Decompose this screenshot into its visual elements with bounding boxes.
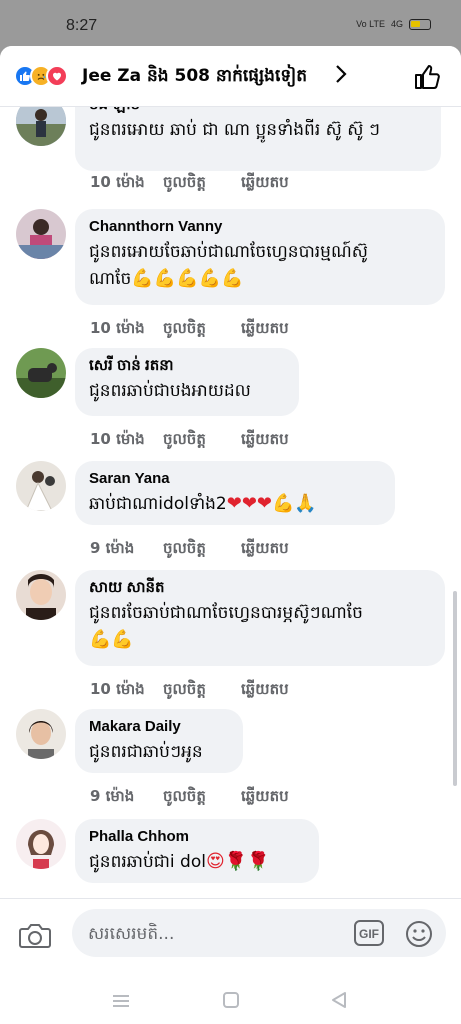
heart-emoji: ❤❤❤💪🙏 [226,493,317,514]
comment-time: 10 ម៉ោង [90,319,145,337]
status-bar: 8:27 Vo LTE 4G [0,0,461,48]
comment-actions: 10 ម៉ោង ចូលចិត្ត ឆ្លើយតប [90,680,289,702]
status-icons: Vo LTE 4G [356,19,431,30]
reaction-icons [14,65,68,87]
comment-input-placeholder: សរសេរមតិ... [88,924,175,944]
comment-reply-button[interactable]: ឆ្លើយតប [241,319,289,341]
avatar[interactable] [16,819,66,869]
comment-reply-button[interactable]: ឆ្លើយតប [241,173,289,195]
comment-text-line1: ជូនពរអោយចែឆាប់ជាណាចែហ្វេនបារម្មណ៍ស៊ូ [89,242,368,262]
rose-emoji: 😍🌹🌹 [205,851,270,872]
comment-text: ឆាប់ជាណាidolទាំង2 [89,494,227,514]
home-nav-icon[interactable] [222,991,240,1009]
avatar[interactable] [16,570,66,620]
menu-nav-icon[interactable] [112,993,130,1009]
avatar[interactable] [16,709,66,759]
comment-reply-button[interactable]: ឆ្លើយតប [241,787,289,809]
comment-text: ជូនពរឆាប់ជាបងអាយដល [89,381,251,401]
comment-text: ជូនពរអោយ ឆាប់ ជា ណា ប្អូនទាំងពីរ ស៊ូ ស៊ូ… [89,120,381,140]
comment-reply-button[interactable]: ឆ្លើយតប [241,680,289,702]
love-reaction-icon [46,65,68,87]
back-nav-icon[interactable] [330,991,348,1009]
like-button-icon[interactable] [413,63,441,91]
comment-actions: 10 ម៉ោង ចូលចិត្ត ឆ្លើយតប [90,430,289,452]
comment-author[interactable]: Makara Daily [89,717,229,737]
comment-author[interactable]: Saran Yana [89,469,381,489]
comment-bubble: Saran Yana ឆាប់ជាណាidolទាំង2❤❤❤💪🙏 [75,461,395,525]
comment-author[interactable]: Phalla Chhom [89,827,305,847]
comment-bubble: Channthorn Vanny ជូនពរអោយចែឆាប់ជាណាចែហ្វ… [75,209,445,305]
battery-icon [409,19,431,30]
comment-time: 10 ម៉ោង [90,430,145,448]
flexed-biceps-emoji: 💪💪💪💪💪 [131,268,244,289]
comments-sheet: Jee Za និង 508 នាក់ផ្សេងទៀត មីង ឡាប ជូនព… [0,46,461,1024]
comment-reply-button[interactable]: ឆ្លើយតប [241,539,289,561]
comment-actions: 10 ម៉ោង ចូលចិត្ត ឆ្លើយតប [90,319,289,341]
comment-time: 9 ម៉ោង [90,787,135,805]
flexed-biceps-emoji: 💪💪 [89,629,134,650]
comment-like-button[interactable]: ចូលចិត្ត [163,430,241,452]
network-label: 4G [390,19,403,29]
comment-author[interactable]: សាយ សានីត [89,578,431,598]
reactions-summary-title[interactable]: Jee Za និង 508 នាក់ផ្សេងទៀត [82,65,307,90]
camera-icon[interactable] [18,921,52,951]
comment-input[interactable]: សរសេរមតិ... GIF [72,909,446,957]
gif-button[interactable]: GIF [354,920,384,946]
comment-like-button[interactable]: ចូលចិត្ត [163,173,241,195]
avatar[interactable] [16,348,66,398]
comment-bubble: Makara Daily ជូនពរជាឆាប់ៗអូន [75,709,243,773]
comment-bubble: សេរី ចាន់ រតនា ជូនពរឆាប់ជាបងអាយដល [75,348,299,416]
comment-like-button[interactable]: ចូលចិត្ត [163,787,241,809]
scrollbar[interactable] [453,591,457,786]
avatar[interactable] [16,209,66,259]
comment-like-button[interactable]: ចូលចិត្ត [163,539,241,561]
comment-reply-button[interactable]: ឆ្លើយតប [241,430,289,452]
comment-bubble: សាយ សានីត ជូនពរចែឆាប់ជាណាចែហ្វេនបារម្ភស៊… [75,570,445,666]
comment-actions: 9 ម៉ោង ចូលចិត្ត ឆ្លើយតប [90,539,289,561]
comment-text-line2: ណាចែ [89,269,132,289]
status-time: 8:27 [66,17,98,34]
comment-text: ជូនពរឆាប់ជាi dol [89,852,206,872]
avatar[interactable] [16,461,66,511]
chevron-right-icon[interactable] [334,64,348,84]
comment-like-button[interactable]: ចូលចិត្ត [163,319,241,341]
comment-time: 10 ម៉ោង [90,680,145,698]
comment-author[interactable]: Channthorn Vanny [89,217,431,237]
comment-time: 10 ម៉ោង [90,173,145,191]
comment-text: ជូនពរជាឆាប់ៗអូន [89,742,203,762]
emoji-icon[interactable] [404,919,434,949]
signal-label: Vo LTE [356,19,385,29]
comment-actions: 9 ម៉ោង ចូលចិត្ត ឆ្លើយតប [90,787,289,809]
comment-bubble: Phalla Chhom ជូនពរឆាប់ជាi dol😍🌹🌹 [75,819,319,883]
comment-composer: សរសេរមតិ... GIF [0,898,461,1024]
comment-time: 9 ម៉ោង [90,539,135,557]
comment-like-button[interactable]: ចូលចិត្ត [163,680,241,702]
reactions-header[interactable]: Jee Za និង 508 នាក់ផ្សេងទៀត [0,46,461,107]
comment-text: ជូនពរចែឆាប់ជាណាចែហ្វេនបារម្ភស៊ូៗណាចែ [89,603,363,623]
comment-author[interactable]: សេរី ចាន់ រតនា [89,356,285,376]
comment-actions: 10 ម៉ោង ចូលចិត្ត ឆ្លើយតប [90,173,289,195]
system-nav-bar [0,979,461,1024]
